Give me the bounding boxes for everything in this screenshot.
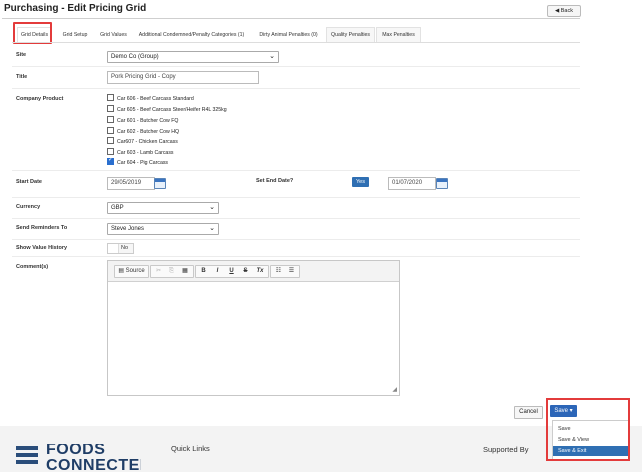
page-title: Purchasing - Edit Pricing Grid: [4, 3, 147, 14]
logo-bar: [16, 446, 38, 450]
toolbar-group-clipboard: ✂ ⎘ ▦: [150, 265, 194, 278]
currency-select-value: GBP: [111, 205, 124, 211]
logo-text: FOODS: [46, 444, 106, 458]
tab-max-penalties[interactable]: Max Penalties: [376, 27, 421, 42]
editor-toolbar: ▤ Source ✂ ⎘ ▦ B I U S Tx ☷ ☰: [108, 261, 399, 282]
row-divider: [12, 66, 580, 67]
row-divider: [12, 197, 580, 198]
logo-bar: [16, 460, 38, 464]
product-label: Car 601 - Butcher Cow FQ: [117, 118, 179, 124]
header-divider: [2, 18, 580, 19]
quick-links-heading: Quick Links: [171, 444, 210, 453]
end-date-input[interactable]: 01/07/2020: [388, 177, 436, 190]
supported-by-heading: Supported By: [483, 445, 529, 454]
site-label: Site: [16, 52, 27, 58]
start-date-input[interactable]: 29/05/2019: [107, 177, 155, 190]
product-label: Car 605 - Beef Carcass Steer/Heifer R4L …: [117, 107, 227, 113]
bold-button[interactable]: B: [197, 266, 210, 277]
tab-grid-values[interactable]: Grid Values: [95, 27, 132, 43]
source-button[interactable]: ▤ Source: [115, 266, 148, 277]
product-label: Car607 - Chicken Carcass: [117, 139, 178, 145]
product-checkbox-row[interactable]: Car 605 - Beef Carcass Steer/Heifer R4L …: [107, 105, 227, 114]
row-divider: [12, 239, 580, 240]
product-checkbox-row[interactable]: Car 602 - Butcher Cow HQ: [107, 127, 179, 136]
page-header: Purchasing - Edit Pricing Grid ◀ Back: [0, 0, 642, 18]
company-product-label: Company Product: [16, 96, 64, 102]
checkbox[interactable]: [107, 116, 114, 124]
checkbox[interactable]: [107, 127, 114, 135]
product-checkbox-row[interactable]: Car607 - Chicken Carcass: [107, 137, 178, 146]
send-reminders-value: Steve Jones: [111, 226, 145, 232]
checkbox[interactable]: [107, 105, 114, 113]
save-highlight-annotation: [546, 398, 630, 461]
send-reminders-select[interactable]: Steve Jones ⌄: [107, 223, 219, 235]
source-icon: ▤: [118, 268, 126, 274]
show-value-history-label: Show Value History: [16, 245, 68, 251]
product-checkbox-row[interactable]: Car 601 - Butcher Cow FQ: [107, 116, 179, 125]
remove-format-button[interactable]: Tx: [253, 266, 267, 277]
chevron-down-icon: ⌄: [209, 204, 215, 211]
chevron-down-icon: ⌄: [269, 53, 275, 60]
product-label: Car 602 - Butcher Cow HQ: [117, 129, 179, 135]
logo-bar: [16, 453, 38, 457]
logo-text: CONNECTED: [46, 457, 141, 472]
product-label: Car 606 - Beef Carcass Standard: [117, 96, 194, 102]
calendar-icon[interactable]: [154, 178, 166, 189]
toolbar-group-lists: ☷ ☰: [270, 265, 300, 278]
comments-label: Comment(s): [16, 264, 49, 270]
cut-icon[interactable]: ✂: [152, 266, 165, 277]
row-divider: [12, 88, 580, 89]
back-button-label: Back: [560, 8, 573, 14]
tab-quality-penalties[interactable]: Quality Penalties: [326, 27, 375, 42]
start-date-label: Start Date: [16, 179, 42, 185]
end-date-label: Set End Date?: [256, 178, 294, 184]
currency-select[interactable]: GBP ⌄: [107, 202, 219, 214]
row-divider: [12, 256, 580, 257]
product-checkbox-row[interactable]: Car 604 - Pig Carcass: [107, 156, 169, 167]
toggle-knob: [108, 244, 119, 253]
italic-button[interactable]: I: [211, 266, 224, 277]
calendar-icon[interactable]: [436, 178, 448, 189]
product-label: Car 603 - Lamb Carcass: [117, 150, 174, 156]
show-value-history-toggle[interactable]: No: [107, 243, 134, 254]
back-button[interactable]: ◀ Back: [547, 5, 581, 17]
paste-icon[interactable]: ▦: [178, 266, 192, 277]
title-input[interactable]: Pork Pricing Grid - Copy: [107, 71, 259, 84]
cancel-button[interactable]: Cancel: [514, 406, 543, 419]
title-label: Title: [16, 74, 28, 80]
tabs-divider: [12, 42, 580, 43]
tab-dirty-animal-penalties[interactable]: Dirty Animal Penalties (0): [254, 27, 323, 43]
tab-additional-penalties[interactable]: Additional Condemned/Penalty Categories …: [133, 27, 250, 43]
site-select[interactable]: Demo Co (Group) ⌄: [107, 51, 279, 63]
product-label: Car 604 - Pig Carcass: [117, 160, 169, 166]
toolbar-group-source: ▤ Source: [114, 265, 149, 278]
foods-connected-logo: FOODS CONNECTED: [16, 444, 141, 472]
product-checkbox-row[interactable]: Car 606 - Beef Carcass Standard: [107, 94, 194, 103]
source-button-label: Source: [125, 268, 145, 274]
site-select-value: Demo Co (Group): [111, 54, 159, 60]
end-date-toggle[interactable]: Yes: [352, 177, 369, 187]
numbered-list-icon[interactable]: ☷: [272, 266, 285, 277]
copy-icon[interactable]: ⎘: [165, 266, 178, 277]
bulleted-list-icon[interactable]: ☰: [285, 266, 298, 277]
underline-button[interactable]: U: [225, 266, 238, 277]
toggle-label: No: [121, 245, 129, 251]
checkbox[interactable]: [107, 148, 114, 156]
comments-editor[interactable]: ▤ Source ✂ ⎘ ▦ B I U S Tx ☷ ☰ ◢: [107, 260, 400, 396]
send-reminders-label: Send Reminders To: [16, 225, 68, 231]
checkbox-checked[interactable]: [107, 156, 114, 166]
chevron-down-icon: ⌄: [209, 225, 215, 232]
checkbox[interactable]: [107, 94, 114, 102]
tab-highlight-annotation: [13, 22, 52, 44]
checkbox[interactable]: [107, 137, 114, 145]
resize-handle-icon[interactable]: ◢: [392, 386, 397, 393]
product-checkbox-row[interactable]: Car 603 - Lamb Carcass: [107, 148, 174, 157]
currency-label: Currency: [16, 204, 41, 210]
row-divider: [12, 170, 580, 171]
row-divider: [12, 218, 580, 219]
tab-grid-setup[interactable]: Grid Setup: [58, 27, 92, 43]
toolbar-group-format: B I U S Tx: [195, 265, 269, 278]
strikethrough-button[interactable]: S: [239, 266, 252, 277]
